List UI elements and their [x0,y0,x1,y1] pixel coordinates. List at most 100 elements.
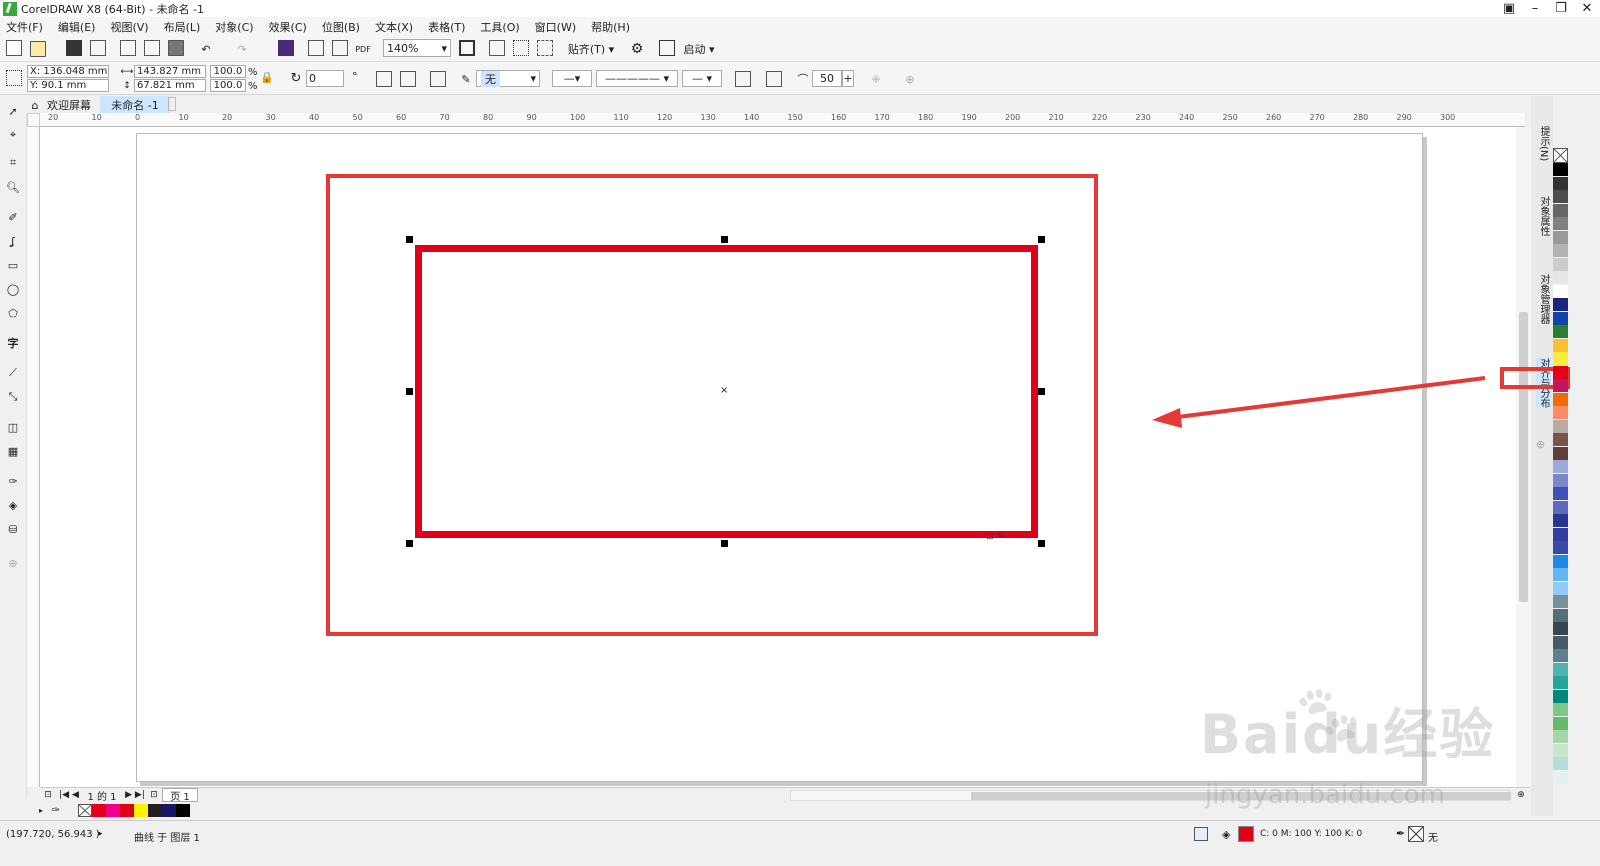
palette-swatch[interactable] [1553,527,1568,541]
snap-to-dropdown[interactable]: 贴齐(T) ▾ [566,40,616,58]
open-folder-icon[interactable] [30,41,46,57]
smart-fill-icon[interactable]: ⛁ [5,520,21,538]
import-icon[interactable] [308,40,324,56]
horizontal-ruler[interactable]: 20 10 0 10 20 30 40 50 60 70 80 90 100 110 120 130 140 15… [40,113,1525,127]
menu-item-4[interactable]: 对象(C) [215,19,253,35]
fill-color-swatch[interactable] [1238,826,1254,842]
cut-icon[interactable] [120,40,136,56]
menu-item-1[interactable]: 编辑(E) [58,19,96,35]
palette-swatch[interactable] [1553,730,1568,743]
menu-item-11[interactable]: 帮助(H) [591,19,630,35]
tab-welcome[interactable]: 欢迎屏幕 [42,96,96,114]
palette-swatch[interactable] [1553,392,1568,406]
transparency-tool-icon[interactable]: ▦ [5,442,21,460]
ruler-origin-icon[interactable] [27,113,40,127]
docker-customize-icon[interactable]: ⊕ [1536,438,1545,451]
lock-ratio-icon[interactable]: 🔒 [260,70,274,84]
selection-handle-top-right[interactable] [1038,236,1045,243]
docker-tab-object-manager[interactable]: 对象管理器 [1536,274,1551,324]
object-origin-icon[interactable] [6,70,22,86]
palette-swatch[interactable] [1553,446,1568,460]
palette-swatch[interactable] [1553,568,1568,581]
fill-select[interactable]: 无 ▾ [476,70,540,87]
page-first-icon[interactable]: ⊡ [42,788,54,802]
palette-swatch[interactable] [1553,581,1568,595]
ellipse-tool-icon[interactable]: ◯ [5,280,21,298]
page-prev-icon[interactable]: |◀ ◀ [56,788,82,802]
close-button[interactable]: ✕ [1574,1,1600,16]
show-rulers-icon[interactable] [489,40,505,56]
selection-handle-middle-left[interactable] [406,388,413,395]
palette-swatch[interactable] [1553,541,1568,554]
save-icon[interactable] [66,40,82,56]
drop-shadow-icon[interactable]: ◫ [5,418,21,436]
doc-palette-swatch[interactable] [162,804,176,817]
vertical-scrollbar[interactable] [1516,127,1531,787]
doc-palette-swatch[interactable] [148,804,162,817]
palette-swatch[interactable] [1553,622,1568,635]
palette-arrow-icon[interactable]: ▸ [36,803,46,817]
palette-swatch[interactable] [1553,770,1568,784]
palette-swatch[interactable] [1553,433,1568,446]
text-wrap-icon[interactable] [766,71,782,87]
rotation-field[interactable]: 0 [306,70,344,87]
doc-palette-swatch[interactable] [106,804,120,817]
palette-swatch[interactable] [1553,635,1568,649]
launch-dropdown[interactable]: 启动 ▾ [679,40,719,58]
doc-palette-swatch[interactable] [120,804,134,817]
selection-handle-bottom-center[interactable] [721,540,728,547]
selection-handle-top-left[interactable] [406,236,413,243]
palette-swatch[interactable] [1553,419,1568,433]
doc-palette-swatch[interactable] [134,804,148,817]
add-page-icon[interactable]: ⊡ [148,788,160,802]
palette-swatch[interactable] [1553,649,1568,662]
palette-swatch[interactable] [1553,230,1568,244]
palette-swatch[interactable] [1553,284,1568,298]
mirror-vertical-icon[interactable] [400,71,416,87]
height-field[interactable]: 67.821 mm [134,79,206,92]
restore-button[interactable]: ❐ [1548,1,1574,16]
zoom-tool-icon[interactable]: 🔍︎ [5,178,21,196]
palette-swatch[interactable] [1553,365,1568,379]
page-next-icon[interactable]: ▶ ▶| [122,788,148,802]
polygon-tool-icon[interactable]: ⬠ [5,304,21,322]
width-field[interactable]: 143.827 mm [134,65,206,78]
connector-tool-icon[interactable]: ⤡ [5,388,21,406]
quick-customize-icon[interactable]: ⊕ [902,70,918,88]
pdf-icon[interactable]: PDF [354,40,372,58]
artistic-media-icon[interactable]: ʆ [5,232,21,250]
freehand-tool-icon[interactable]: ✐ [5,208,21,226]
new-document-icon[interactable] [6,40,22,56]
palette-swatch[interactable] [1553,500,1568,514]
copy-icon[interactable] [144,40,160,56]
palette-swatch[interactable] [1553,352,1568,365]
no-color-swatch[interactable] [1553,148,1568,163]
palette-swatch[interactable] [1553,338,1568,352]
toolbox-customize-icon[interactable]: ⊕ [5,554,21,572]
palette-eyedropper-icon[interactable]: ✑ [50,803,62,817]
split-icon[interactable]: ⁜ [868,70,884,88]
quick-properties-icon[interactable]: ⊡ ✎ [986,532,1004,542]
scale-y-field[interactable]: 100.0 [210,79,246,92]
menu-item-8[interactable]: 表格(T) [428,19,465,35]
palette-swatch[interactable] [1553,176,1568,190]
launch-icon[interactable] [659,40,675,56]
palette-swatch[interactable] [1553,325,1568,338]
tab-document[interactable]: 未命名 -1 [100,96,170,114]
doc-palette-swatch[interactable] [176,804,190,817]
palette-swatch[interactable] [1553,662,1568,676]
palette-swatch[interactable] [1553,406,1568,419]
print-icon[interactable] [90,40,106,56]
options-gear-icon[interactable]: ⚙ [628,40,646,58]
palette-swatch[interactable] [1553,554,1568,568]
doc-no-color-swatch[interactable] [78,804,92,817]
outline-color-swatch[interactable] [1408,826,1424,842]
palette-swatch[interactable] [1553,595,1568,608]
vertical-scroll-thumb[interactable] [1519,312,1528,602]
palette-swatch[interactable] [1553,190,1568,203]
rectangle-tool-icon[interactable]: ▭ [5,256,21,274]
show-guidelines-icon[interactable] [537,40,553,56]
palette-swatch[interactable] [1553,163,1568,176]
palette-swatch[interactable] [1553,689,1568,703]
palette-swatch[interactable] [1553,743,1568,757]
